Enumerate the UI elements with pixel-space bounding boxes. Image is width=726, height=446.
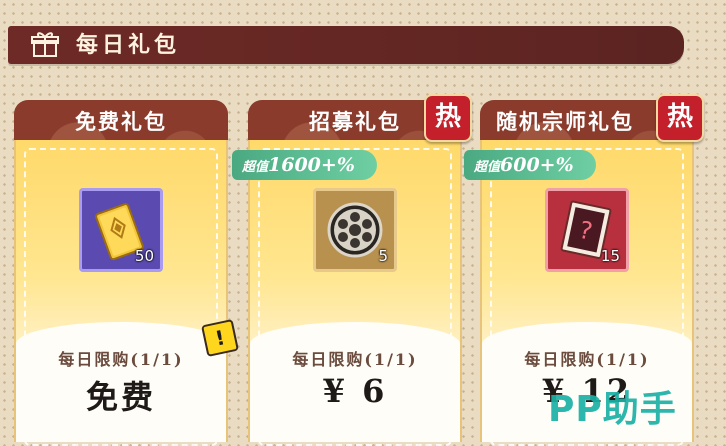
gold-ticket-item[interactable]: 50 <box>79 188 163 272</box>
purchase-limit: 每日限购(1/1) <box>524 350 650 369</box>
value-tag: 超值1600+% <box>232 150 377 180</box>
price-button[interactable]: 免费 <box>14 372 228 418</box>
mystery-card-item[interactable]: ? 15 <box>545 188 629 272</box>
page-title: 每日礼包 <box>76 32 181 58</box>
purchase-limit: 每日限购(1/1) <box>292 350 418 369</box>
film-reel-item[interactable]: 5 <box>313 188 397 272</box>
watermark-logo: PP助手 <box>548 389 677 430</box>
alert-icon: ! <box>201 319 239 357</box>
price-button[interactable]: ¥ 6 <box>248 372 462 410</box>
value-tag-label: 超值 <box>474 160 501 175</box>
value-tag-label: 超值 <box>242 160 269 175</box>
daily-gift-header: 每日礼包 <box>8 26 684 64</box>
hot-badge: 热 <box>656 94 704 142</box>
item-count: 5 <box>378 247 388 265</box>
item-count: 50 <box>134 247 154 265</box>
value-tag-percent: 1600+% <box>268 154 355 176</box>
gift-card-free[interactable]: 免费礼包 50 每日限购(1/1) 免费 ! <box>14 100 239 446</box>
card-title: 免费礼包 <box>75 109 167 134</box>
hot-badge: 热 <box>424 94 472 142</box>
value-tag: 超值600+% <box>464 150 596 180</box>
gift-card-recruit[interactable]: 招募礼包 热 超值1600+% 5 每日限购(1/1) ¥ 6 <box>232 94 472 446</box>
item-count: 15 <box>600 247 620 265</box>
value-tag-percent: 600+% <box>500 154 574 176</box>
purchase-limit: 每日限购(1/1) <box>58 350 184 369</box>
gift-icon <box>31 32 59 57</box>
